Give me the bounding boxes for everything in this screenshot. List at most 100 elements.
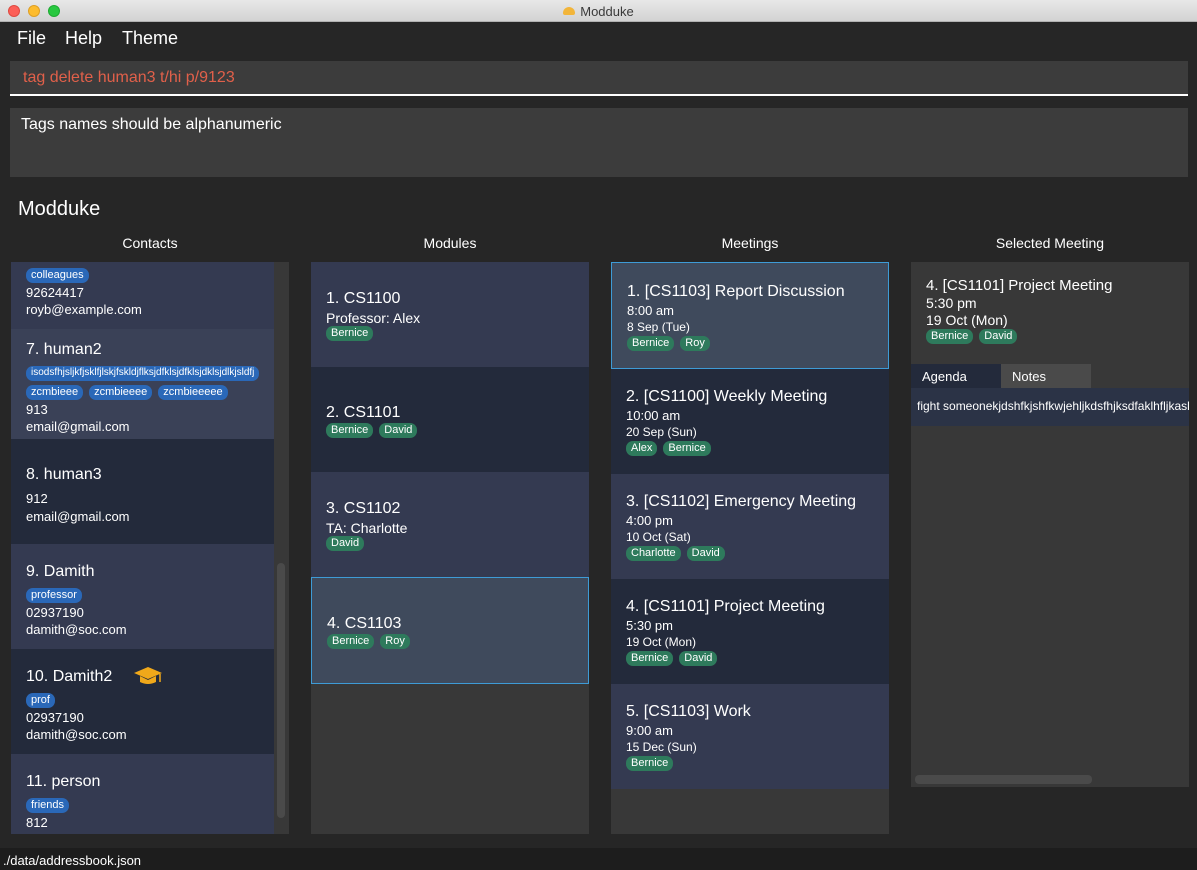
meeting-card[interactable]: 2. [CS1100] Weekly Meeting 10:00 am 20 S…	[611, 369, 889, 474]
module-card-selected[interactable]: 4. CS1103 Bernice Roy	[311, 577, 589, 684]
module-tags: David	[326, 536, 365, 551]
result-display: Tags names should be alphanumeric	[10, 108, 1188, 177]
meeting-date: 19 Oct (Mon)	[626, 635, 697, 649]
contact-phone: 812	[26, 815, 48, 830]
module-tags: Bernice David	[326, 423, 418, 438]
contact-name: 8. human3	[26, 466, 102, 483]
module-card[interactable]: 2. CS1101 Bernice David	[311, 367, 589, 472]
tag: professor	[26, 588, 82, 603]
contact-tags: isodsfhjsljkfjsklfjlskjfskldjflksjdfklsj…	[26, 366, 260, 381]
tab-notes[interactable]: Notes	[1001, 364, 1091, 388]
meeting-tags: Bernice Roy	[627, 336, 710, 351]
module-card[interactable]: 1. CS1100 Professor: Alex Bernice	[311, 262, 589, 367]
module-title: 4. CS1103	[327, 615, 402, 632]
selected-meeting-scrollbar[interactable]	[915, 775, 1092, 784]
tag: David	[379, 423, 418, 438]
tab-agenda[interactable]: Agenda	[911, 364, 1001, 388]
selected-meeting-panel: 4. [CS1101] Project Meeting 5:30 pm 19 O…	[911, 262, 1189, 787]
contact-tags: zcmbieee zcmbieeee zcmbieeeee	[26, 385, 228, 400]
contact-tags: friends	[26, 798, 70, 813]
tag: David	[679, 651, 718, 666]
menu-theme[interactable]: Theme	[122, 28, 178, 49]
agenda-content: fight someonekjdshfkjshfkwjehljkdsfhjksd…	[911, 388, 1189, 426]
tag: David	[326, 536, 365, 551]
meeting-title: 3. [CS1102] Emergency Meeting	[626, 493, 857, 510]
window-title: Modduke	[0, 4, 1197, 19]
title-bar: Modduke	[0, 0, 1197, 22]
meeting-time: 9:00 am	[626, 723, 673, 738]
tag: Roy	[380, 634, 410, 649]
meeting-date: 8 Sep (Tue)	[627, 320, 690, 334]
result-text: Tags names should be alphanumeric	[21, 116, 282, 133]
contact-phone: 92624417	[26, 285, 84, 300]
tag: isodsfhjsljkfjsklfjlskjfskldjflksjdfklsj…	[26, 366, 260, 381]
meeting-date: 20 Sep (Sun)	[626, 425, 697, 439]
tag: Bernice	[627, 336, 675, 351]
module-subtitle: TA: Charlotte	[326, 520, 408, 536]
contacts-list[interactable]: colleagues 92624417 royb@example.com 7. …	[11, 262, 289, 834]
tag: Charlotte	[626, 546, 681, 561]
contact-name: 11. person	[26, 773, 101, 790]
contact-phone: 02937190	[26, 710, 84, 725]
meetings-header: Meetings	[721, 235, 779, 251]
contacts-header: Contacts	[122, 235, 178, 251]
module-card[interactable]: 3. CS1102 TA: Charlotte David	[311, 472, 589, 577]
contact-card[interactable]: 8. human3 912 email@gmail.com	[11, 439, 274, 544]
meeting-title: 5. [CS1103] Work	[626, 703, 751, 720]
tag: zcmbieee	[26, 385, 84, 400]
tag: Bernice	[326, 423, 374, 438]
module-title: 2. CS1101	[326, 404, 401, 421]
contact-card[interactable]: 10. Damith2 prof 02937190 damith@soc.com	[11, 649, 274, 754]
contacts-scrollbar[interactable]	[277, 563, 285, 818]
command-input[interactable]: tag delete human3 t/hi p/9123	[10, 61, 1188, 96]
contact-card[interactable]: 11. person friends 812	[11, 754, 274, 834]
tag: friends	[26, 798, 70, 813]
tag: colleagues	[26, 268, 89, 283]
graduation-cap-icon	[134, 667, 162, 684]
tag: Bernice	[926, 329, 974, 344]
menu-help[interactable]: Help	[65, 28, 102, 49]
meeting-card[interactable]: 4. [CS1101] Project Meeting 5:30 pm 19 O…	[611, 579, 889, 684]
meeting-tags: Bernice	[626, 756, 674, 771]
contact-phone: 02937190	[26, 605, 84, 620]
window-title-text: Modduke	[580, 4, 634, 19]
tag: Bernice	[663, 441, 711, 456]
meeting-time: 8:00 am	[627, 303, 674, 318]
contact-tags: professor	[26, 588, 82, 603]
meeting-tags: Alex Bernice	[626, 441, 711, 456]
contact-email: damith@soc.com	[26, 622, 127, 637]
meeting-card[interactable]: 3. [CS1102] Emergency Meeting 4:00 pm 10…	[611, 474, 889, 579]
contact-name: 7. human2	[26, 341, 102, 358]
meetings-list[interactable]: 1. [CS1103] Report Discussion 8:00 am 8 …	[611, 262, 889, 834]
tag: Bernice	[626, 756, 674, 771]
app-heading: Modduke	[18, 198, 101, 220]
status-bar: ./data/addressbook.json	[0, 848, 1197, 870]
menu-file[interactable]: File	[17, 28, 46, 49]
modules-list[interactable]: 1. CS1100 Professor: Alex Bernice 2. CS1…	[311, 262, 589, 834]
contact-email: email@gmail.com	[26, 509, 130, 524]
meeting-title: 1. [CS1103] Report Discussion	[627, 283, 845, 300]
module-tags: Bernice Roy	[327, 634, 410, 649]
tag: Alex	[626, 441, 658, 456]
contact-card[interactable]: 9. Damith professor 02937190 damith@soc.…	[11, 544, 274, 649]
contact-card[interactable]: 7. human2 isodsfhjsljkfjsklfjlskjfskldjf…	[11, 329, 274, 439]
meeting-date: 15 Dec (Sun)	[626, 740, 697, 754]
contact-phone: 912	[26, 491, 48, 506]
tag: zcmbieeee	[89, 385, 153, 400]
selected-meeting-tabs: Agenda Notes	[911, 364, 1189, 388]
save-location: ./data/addressbook.json	[3, 853, 142, 868]
meeting-card-selected[interactable]: 1. [CS1103] Report Discussion 8:00 am 8 …	[611, 262, 889, 369]
selected-meeting-title: 4. [CS1101] Project Meeting	[926, 277, 1113, 294]
contact-card[interactable]: colleagues 92624417 royb@example.com	[11, 262, 274, 329]
tag: David	[686, 546, 725, 561]
tag: Bernice	[626, 651, 674, 666]
command-input-text: tag delete human3 t/hi p/9123	[23, 69, 235, 86]
meeting-time: 5:30 pm	[626, 618, 673, 633]
contact-email: email@gmail.com	[26, 419, 130, 434]
tag: David	[979, 329, 1018, 344]
meeting-card[interactable]: 5. [CS1103] Work 9:00 am 15 Dec (Sun) Be…	[611, 684, 889, 789]
tag: Bernice	[327, 634, 375, 649]
module-subtitle: Professor: Alex	[326, 310, 421, 326]
contact-tags: prof	[26, 693, 55, 708]
selected-meeting-header: Selected Meeting	[995, 235, 1105, 251]
